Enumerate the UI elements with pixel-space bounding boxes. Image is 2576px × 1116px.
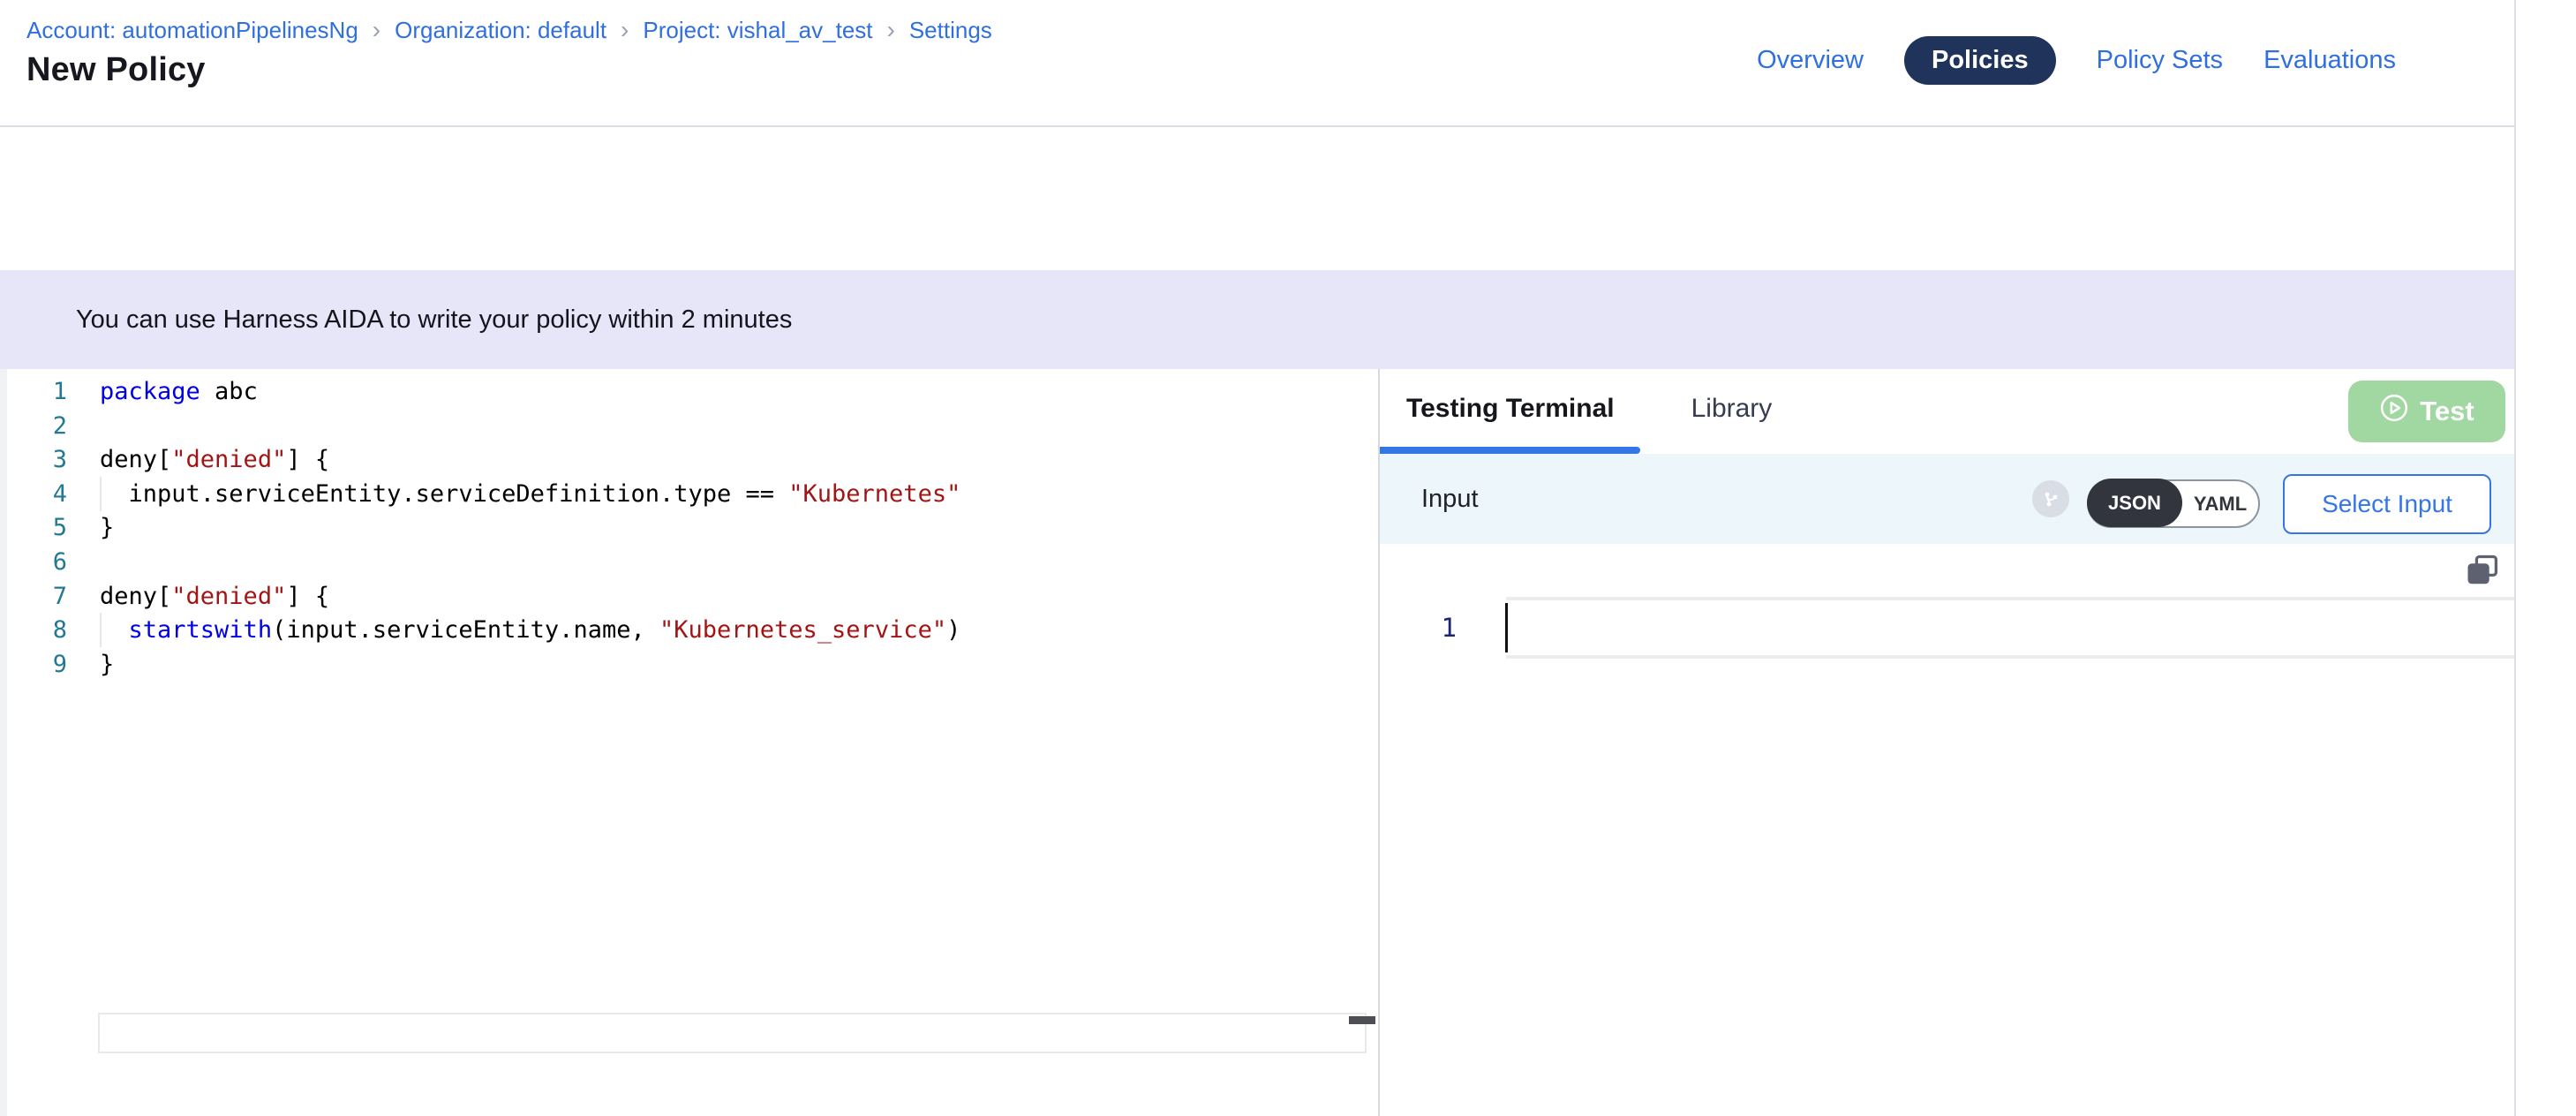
line-number: 1 (0, 374, 67, 409)
code-line[interactable]: 8 startswith(input.serviceEntity.name, "… (0, 613, 1367, 647)
test-input-editor[interactable]: 1 (1380, 544, 2514, 1116)
code-text: input.serviceEntity.serviceDefinition.ty… (100, 477, 960, 511)
line-number: 9 (0, 647, 67, 682)
format-option-json[interactable]: JSON (2087, 479, 2182, 527)
token-plain: deny[ (100, 446, 171, 473)
nav-tab-evaluations[interactable]: Evaluations (2263, 46, 2396, 75)
testing-panel-tabs: Testing Terminal Library (1406, 394, 1772, 424)
code-line[interactable]: 1 package abc (0, 374, 1367, 409)
code-line[interactable]: 4 input.serviceEntity.serviceDefinition.… (0, 477, 1367, 511)
code-text: startswith(input.serviceEntity.name, "Ku… (100, 613, 960, 647)
code-text: } (100, 510, 114, 545)
token-string: "Kubernetes" (788, 480, 960, 508)
token-plain: ] { (286, 583, 329, 610)
code-text: deny["denied"] { (100, 442, 329, 477)
input-editor-line-number: 1 (1404, 600, 1457, 655)
breadcrumb-separator-icon: › (621, 18, 629, 42)
token-plain: deny[ (100, 583, 171, 610)
breadcrumb-item[interactable]: Account: automationPipelinesNg (26, 17, 358, 44)
token-plain: abc (200, 378, 258, 405)
new-policy-page: Account: automationPipelinesNg › Organizat… (0, 0, 2576, 1116)
page-right-gutter (2514, 0, 2576, 1116)
breadcrumb-separator-icon: › (373, 18, 380, 42)
select-input-label: Select Input (2322, 490, 2452, 518)
breadcrumb-item[interactable]: Project: vishal_av_test (643, 17, 872, 44)
code-text: package abc (100, 374, 258, 409)
tab-library[interactable]: Library (1691, 394, 1773, 424)
nav-tab-policy-sets[interactable]: Policy Sets (2097, 46, 2223, 75)
token-plain: ) (946, 616, 960, 644)
input-section-title: Input (1421, 454, 1479, 544)
overview-ruler-cursor-mark (1349, 1016, 1375, 1024)
line-number: 6 (0, 545, 67, 579)
token-plain: input.serviceEntity.serviceDefinition.ty… (100, 480, 788, 508)
input-source-icon (2032, 480, 2069, 517)
line-number: 7 (0, 579, 67, 614)
token-string: "Kubernetes_service" (659, 616, 946, 644)
token-plain: (input.serviceEntity.name, (272, 616, 659, 644)
code-line[interactable]: 7 deny["denied"] { (0, 579, 1367, 614)
policy-code-editor[interactable]: 1package abc23deny["denied"] {4 input.se… (0, 369, 1379, 1116)
text-cursor (1505, 603, 1508, 652)
tab-testing-terminal[interactable]: Testing Terminal (1406, 394, 1615, 424)
format-toggle[interactable]: JSON YAML (2087, 479, 2260, 528)
line-number: 8 (0, 613, 67, 647)
module-nav-tabs: Overview Policies Policy Sets Evaluations (1757, 35, 2396, 85)
code-line[interactable]: 2 (0, 409, 1367, 443)
breadcrumb: Account: automationPipelinesNg › Organizat… (26, 14, 992, 46)
nav-tab-overview[interactable]: Overview (1757, 46, 1864, 75)
token-plain: } (100, 514, 114, 541)
token-plain: ] { (286, 446, 329, 473)
input-editor-current-line (1506, 597, 2514, 659)
input-section-header: Input JSON YAML Select Input (1380, 454, 2514, 544)
breadcrumb-item[interactable]: Organization: default (395, 17, 606, 44)
active-tab-underline (1380, 447, 1640, 454)
token-plain: } (100, 651, 114, 678)
aida-banner-message: You can use Harness AIDA to write your p… (76, 270, 792, 369)
token-plain (100, 616, 129, 644)
code-text: deny["denied"] { (100, 579, 329, 614)
code-text: } (100, 647, 114, 682)
breadcrumb-separator-icon: › (887, 18, 895, 42)
page-title: New Policy (26, 51, 206, 89)
aida-banner: You can use Harness AIDA to write your p… (0, 270, 2514, 369)
select-input-button[interactable]: Select Input (2283, 474, 2491, 534)
code-line[interactable]: 3 deny["denied"] { (0, 442, 1367, 477)
line-number: 3 (0, 442, 67, 477)
token-keyword: package (100, 378, 200, 405)
line-number: 5 (0, 510, 67, 545)
token-string: "denied" (171, 583, 286, 610)
page-header: Account: automationPipelinesNg › Organizat… (0, 0, 2514, 127)
format-option-yaml[interactable]: YAML (2182, 493, 2258, 516)
play-icon (2379, 393, 2409, 430)
breadcrumb-item[interactable]: Settings (909, 17, 992, 44)
test-button[interactable]: Test (2348, 381, 2505, 442)
token-keyword: startswith (129, 616, 273, 644)
editor-current-line-highlight (98, 1013, 1367, 1053)
line-number: 4 (0, 477, 67, 511)
policy-toolbar: Default_Service_Policy Save Discard (0, 127, 2514, 270)
token-string: "denied" (171, 446, 286, 473)
code-line[interactable]: 5} (0, 510, 1367, 545)
code-line[interactable]: 6 (0, 545, 1367, 579)
test-button-label: Test (2420, 396, 2474, 427)
copy-icon[interactable] (2463, 553, 2502, 594)
line-number: 2 (0, 409, 67, 443)
nav-tab-policies[interactable]: Policies (1904, 36, 2056, 85)
code-line[interactable]: 9} (0, 647, 1367, 682)
